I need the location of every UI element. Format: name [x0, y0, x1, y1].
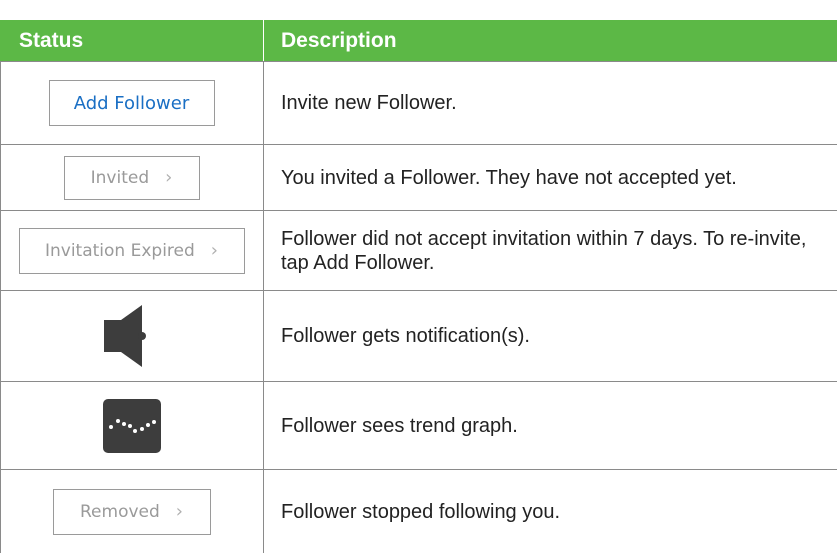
add-follower-label: Add Follower	[73, 92, 190, 114]
table-header: Status Description	[0, 20, 837, 61]
invited-button[interactable]: Invited ›	[63, 155, 200, 200]
description-column-header: Description	[281, 29, 397, 52]
status-cell: Removed ›	[0, 470, 263, 553]
invited-label: Invited	[90, 167, 150, 188]
description-cell: Follower sees trend graph.	[281, 414, 518, 437]
add-follower-button[interactable]: Add Follower	[48, 80, 215, 126]
status-cell: Add Follower	[0, 62, 263, 144]
description-cell: Invite new Follower.	[281, 92, 457, 114]
status-cell: Invited ›	[0, 145, 263, 210]
removed-button[interactable]: Removed ›	[52, 488, 211, 535]
status-table: Status Description Add Follower Invite n…	[0, 0, 837, 553]
chevron-right-icon: ›	[210, 240, 218, 261]
status-cell: Invitation Expired ›	[0, 211, 263, 290]
speaker-icon[interactable]	[103, 305, 161, 367]
description-cell: Follower gets notification(s).	[281, 325, 530, 347]
table-row: Add Follower Invite new Follower.	[0, 61, 837, 144]
header-divider	[263, 20, 264, 61]
invitation-expired-label: Invitation Expired	[44, 240, 195, 261]
table-row: Invitation Expired › Follower did not ac…	[0, 210, 837, 290]
removed-label: Removed	[80, 501, 160, 522]
status-cell	[0, 382, 263, 469]
table-row: Invited › You invited a Follower. They h…	[0, 144, 837, 210]
chevron-right-icon: ›	[165, 167, 173, 188]
table-row: Removed › Follower stopped following you…	[0, 469, 837, 553]
status-column-header: Status	[19, 29, 84, 52]
table-row: Follower gets notification(s).	[0, 290, 837, 381]
invitation-expired-button[interactable]: Invitation Expired ›	[18, 227, 245, 274]
trend-graph-icon[interactable]	[102, 398, 161, 453]
chevron-right-icon: ›	[175, 501, 183, 522]
description-cell: You invited a Follower. They have not ac…	[281, 166, 737, 189]
description-cell: Follower did not accept invitation withi…	[281, 227, 807, 274]
status-cell	[0, 291, 263, 381]
description-cell: Follower stopped following you.	[281, 500, 561, 523]
table-row: Follower sees trend graph.	[0, 381, 837, 469]
